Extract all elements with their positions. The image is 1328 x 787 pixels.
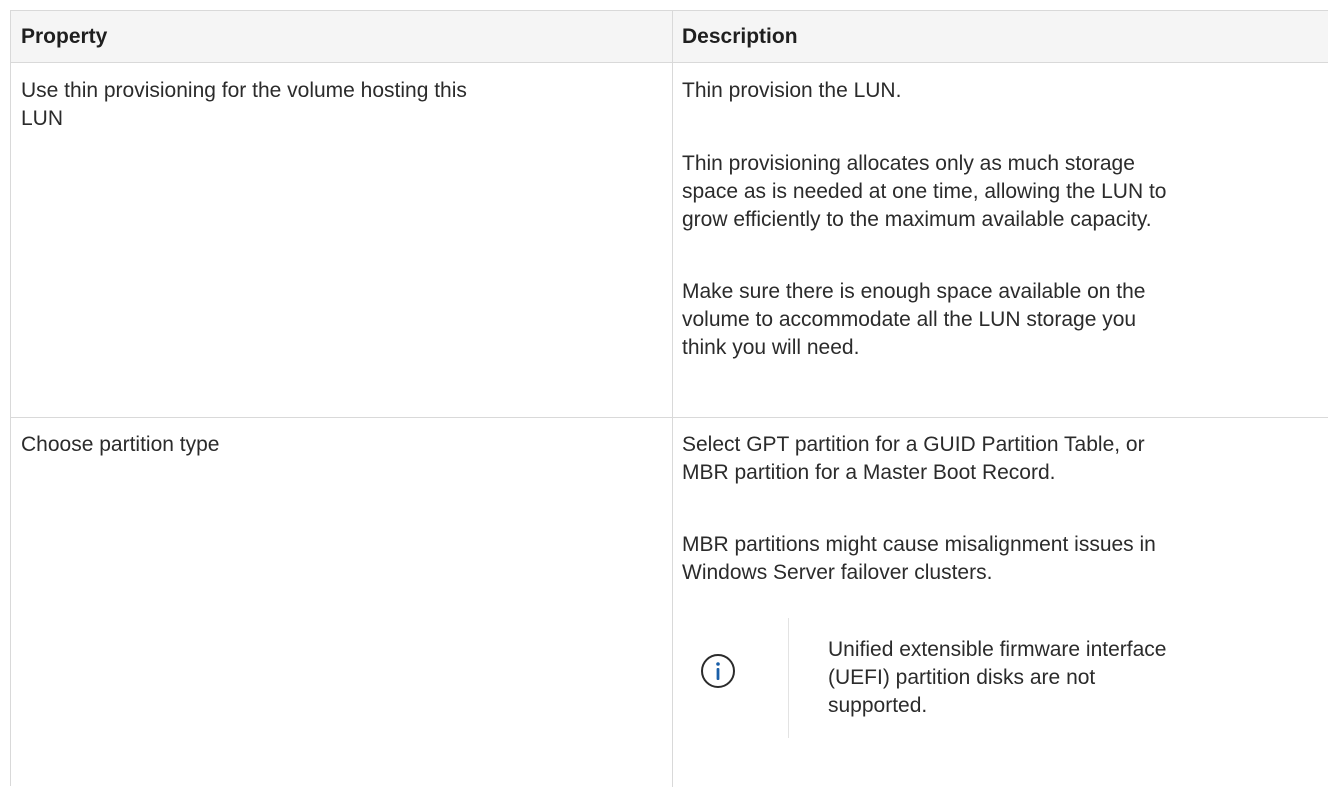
row1-desc-para3: Make sure there is enough space availabl… <box>682 278 1328 362</box>
row1-desc-line: think you will need. <box>682 336 860 359</box>
note-admonition: Unified extensible firmware interface (U… <box>692 618 1292 738</box>
row2-desc-line: MBR partitions might cause misalignment … <box>682 533 1156 556</box>
row-divider <box>11 417 1328 418</box>
row1-desc-line: Thin provisioning allocates only as much… <box>682 152 1135 175</box>
row1-desc-line: space as is needed at one time, allowing… <box>682 180 1167 203</box>
note-line: (UEFI) partition disks are not <box>828 666 1096 689</box>
row1-property: Use thin provisioning for the volume hos… <box>21 77 641 133</box>
row2-desc-line: MBR partition for a Master Boot Record. <box>682 461 1056 484</box>
row1-desc-line: Thin provision the LUN. <box>682 79 902 102</box>
note-line: Unified extensible firmware interface <box>828 638 1167 661</box>
row1-desc-para2: Thin provisioning allocates only as much… <box>682 150 1328 234</box>
info-icon <box>700 653 736 689</box>
row2-desc-line: Select GPT partition for a GUID Partitio… <box>682 433 1145 456</box>
row2-desc-line: Windows Server failover clusters. <box>682 561 993 584</box>
row2-property: Choose partition type <box>21 431 641 459</box>
row1-desc-para1: Thin provision the LUN. <box>682 77 1328 105</box>
row1-desc-line: Make sure there is enough space availabl… <box>682 280 1146 303</box>
note-divider <box>788 618 789 738</box>
table-header: Property Description <box>11 11 1328 63</box>
header-description: Description <box>682 25 798 48</box>
row2-desc-para1: Select GPT partition for a GUID Partitio… <box>682 431 1328 487</box>
note-line: supported. <box>828 694 928 717</box>
row1-property-line: LUN <box>21 107 64 130</box>
row1-desc-line: grow efficiently to the maximum availabl… <box>682 208 1152 231</box>
row1-property-line: Use thin provisioning for the volume hos… <box>21 79 467 102</box>
row2-desc-para2: MBR partitions might cause misalignment … <box>682 531 1328 587</box>
column-divider <box>672 11 673 787</box>
header-property: Property <box>21 25 108 48</box>
row1-desc-line: volume to accommodate all the LUN storag… <box>682 308 1137 331</box>
note-text: Unified extensible firmware interface (U… <box>828 636 1288 720</box>
row2-property-line: Choose partition type <box>21 433 220 456</box>
